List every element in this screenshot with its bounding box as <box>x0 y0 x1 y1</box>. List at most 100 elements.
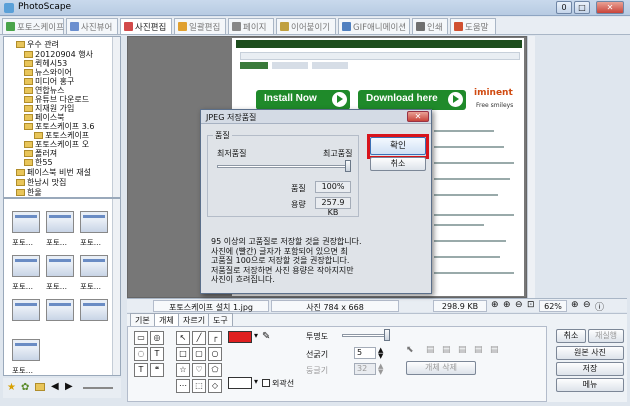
thumbnail[interactable] <box>46 211 74 233</box>
ok-button[interactable]: 확인 <box>370 137 426 155</box>
thumbnail[interactable] <box>80 255 108 277</box>
folder-tree[interactable]: 우수 관려 20120904 행사 퀵헤시53 뉴스와이어 미디어 홍구 연합뉴… <box>3 36 121 198</box>
thumb-size-slider[interactable] <box>83 387 113 389</box>
fill-color-swatch[interactable] <box>228 331 252 343</box>
outline-color-swatch[interactable] <box>228 377 252 389</box>
minimize-button[interactable]: 0 <box>556 1 572 14</box>
outline-checkbox[interactable] <box>262 379 270 387</box>
quote-icon[interactable]: ❝ <box>150 363 164 377</box>
tab-basic[interactable]: 기본 <box>130 313 155 326</box>
dash-line-icon[interactable]: ⋯ <box>176 379 190 393</box>
close-window-button[interactable]: ✕ <box>596 1 624 14</box>
circle-photo-icon[interactable]: ◎ <box>150 331 164 345</box>
back-arrow-icon[interactable]: ◀ <box>51 381 59 392</box>
thumbnail[interactable] <box>12 299 40 321</box>
tree-item[interactable]: 페이스북 비번 재설 <box>16 167 91 177</box>
forward-arrow-icon[interactable]: ▶ <box>65 381 73 392</box>
tree-item[interactable]: 한남시 맛집 <box>16 177 66 187</box>
rounding-stepper[interactable]: ▲ ▼ <box>378 363 383 376</box>
original-photo-button[interactable]: 원본 사진 <box>556 346 624 360</box>
tree-item[interactable]: 우수 관려 <box>16 39 59 49</box>
viewer-scrollbar[interactable] <box>527 36 535 298</box>
line-width-stepper[interactable]: ▲ ▼ <box>378 347 383 360</box>
eyedropper-icon[interactable]: ✎ <box>262 331 270 342</box>
tab-crop[interactable]: 자르기 <box>178 313 211 326</box>
folder-icon[interactable] <box>35 383 45 391</box>
star-icon[interactable]: ★ <box>7 382 16 393</box>
quality-slider[interactable] <box>217 165 351 168</box>
arrow-icon[interactable]: ↖ <box>176 331 190 345</box>
menu-button[interactable]: 메뉴 <box>556 378 624 392</box>
zoom-out-icon[interactable]: ⊖ <box>515 300 523 310</box>
dash-rect-icon[interactable]: ⬚ <box>192 379 206 393</box>
align-icon[interactable]: ▤ <box>442 345 451 355</box>
select-icon[interactable]: ⬉ <box>406 345 414 355</box>
tab-print[interactable]: 인쇄 <box>412 18 448 34</box>
rounded-rect-icon[interactable]: ▢ <box>192 347 206 361</box>
diamond-icon[interactable]: ◇ <box>208 379 222 393</box>
thumbnail-panel[interactable]: 포토... 포토... 포토... 포토... 포토... 포토... 포토..… <box>3 198 121 376</box>
tab-editor[interactable]: 사진편집 <box>120 18 172 34</box>
zoom-out-icon[interactable]: ⊖ <box>583 300 591 310</box>
chevron-down-icon[interactable]: ▾ <box>254 331 258 340</box>
tab-object[interactable]: 개체 <box>154 313 179 326</box>
opacity-slider[interactable] <box>342 334 390 337</box>
photo-icon[interactable]: ▭ <box>134 331 148 345</box>
thumbnail[interactable] <box>12 211 40 233</box>
save-button[interactable]: 저장 <box>556 362 624 376</box>
tab-batch[interactable]: 일괄편집 <box>174 18 226 34</box>
tree-scrollbar[interactable] <box>112 37 120 197</box>
line-width-input[interactable]: 5 <box>354 347 376 359</box>
tab-tools[interactable]: 도구 <box>208 313 233 326</box>
thumbnail[interactable] <box>46 299 74 321</box>
align-icon[interactable]: ▤ <box>474 345 483 355</box>
tree-item[interactable]: 한울 <box>16 187 42 197</box>
fit-icon[interactable]: ⊕ <box>491 300 499 310</box>
rounding-input[interactable]: 32 <box>354 363 376 375</box>
t-icon[interactable]: T <box>134 363 148 377</box>
thumbnail[interactable] <box>46 255 74 277</box>
zoom-in-icon[interactable]: ⊕ <box>571 300 579 310</box>
polyline-icon[interactable]: ┌ <box>208 331 222 345</box>
tab-viewer[interactable]: 사진뷰어 <box>66 18 118 34</box>
zoom-in-icon[interactable]: ⊕ <box>503 300 511 310</box>
thumbnail-scrollbar[interactable] <box>112 199 120 375</box>
thumbnail[interactable] <box>80 299 108 321</box>
dialog-title: JPEG 저장품질 <box>201 110 431 124</box>
thumbnail[interactable] <box>12 255 40 277</box>
chevron-down-icon[interactable]: ▾ <box>254 377 258 386</box>
tree-item[interactable]: 한55 <box>24 157 53 167</box>
tab-page[interactable]: 페이지 <box>228 18 274 34</box>
thumbnail[interactable] <box>12 339 40 361</box>
cancel-button[interactable]: 취소 <box>370 157 426 171</box>
delete-objects-button[interactable]: 개체 삭제 <box>406 361 476 375</box>
status-bar: 포토스케이프 설치 1.jpg 사진 784 x 668 298.9 KB ⊕ … <box>127 298 627 313</box>
quality-slider-thumb[interactable] <box>345 160 351 172</box>
line-icon[interactable]: ╱ <box>192 331 206 345</box>
install-now-button: Install Now <box>256 90 350 110</box>
text-icon[interactable]: T <box>150 347 164 361</box>
thumbnail[interactable] <box>80 211 108 233</box>
opacity-slider-thumb[interactable] <box>384 329 390 341</box>
align-icon[interactable]: ▤ <box>426 345 435 355</box>
align-icon[interactable]: ▤ <box>490 345 499 355</box>
actual-size-icon[interactable]: ⊡ <box>527 300 535 310</box>
text-line <box>434 146 504 148</box>
tab-photoscape[interactable]: 포토스케이프 <box>2 18 64 34</box>
tab-combine[interactable]: 이어붙이기 <box>276 18 336 34</box>
favorites-icon[interactable]: ✿ <box>21 382 29 393</box>
pentagon-icon[interactable]: ⬠ <box>208 363 222 377</box>
tab-gif[interactable]: GIF애니메이션 <box>338 18 410 34</box>
undo-button[interactable]: 취소 <box>556 329 586 343</box>
star-icon[interactable]: ☆ <box>176 363 190 377</box>
info-icon[interactable]: ⓘ <box>595 300 604 313</box>
ellipse-icon[interactable]: ○ <box>208 347 222 361</box>
tab-help[interactable]: 도움말 <box>450 18 496 34</box>
dialog-close-button[interactable]: ✕ <box>407 111 429 122</box>
maximize-button[interactable]: □ <box>574 1 590 14</box>
align-icon[interactable]: ▤ <box>458 345 467 355</box>
rect-icon[interactable]: □ <box>176 347 190 361</box>
heart-icon[interactable]: ♡ <box>192 363 206 377</box>
redo-button[interactable]: 재실행 <box>588 329 624 343</box>
balloon-icon[interactable]: ◌ <box>134 347 148 361</box>
